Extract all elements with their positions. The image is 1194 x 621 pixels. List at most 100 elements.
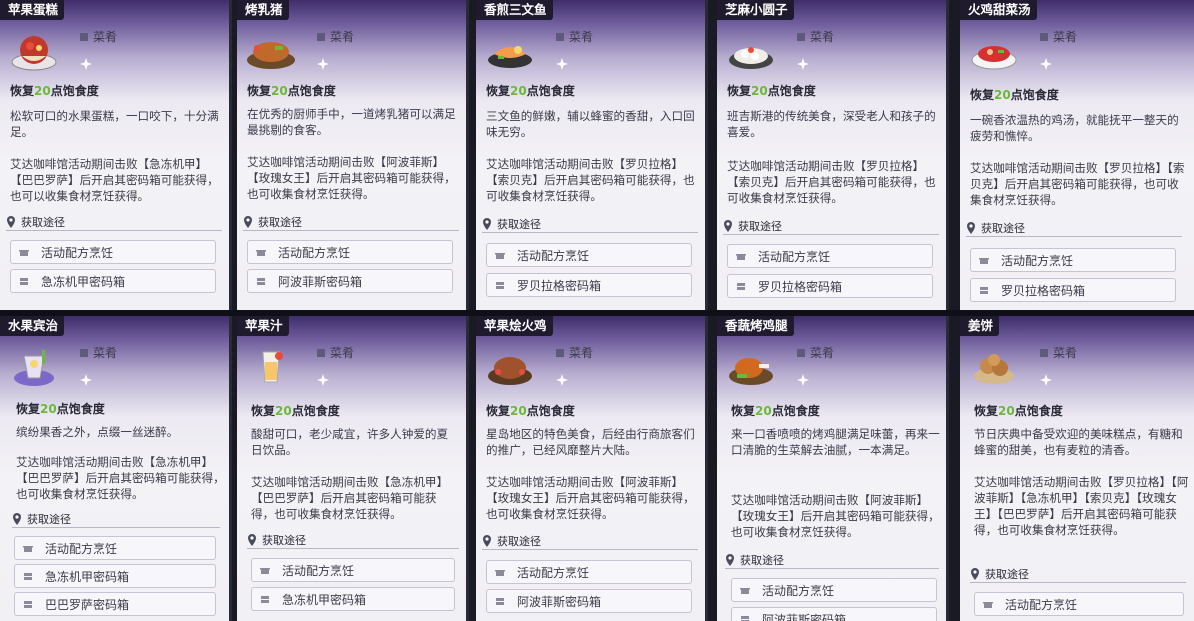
cooking-pot-icon <box>23 546 33 552</box>
description: 一碗香浓温热的鸡汤，就能抚平一整天的疲劳和憔悴。 <box>970 113 1179 143</box>
route-button[interactable]: 急冻机甲密码箱 <box>10 269 216 293</box>
route-button[interactable]: 阿波菲斯密码箱 <box>486 589 692 613</box>
route-button[interactable]: 急冻机甲密码箱 <box>251 587 455 611</box>
source-text: 艾达咖啡馆活动期间击败【阿波菲斯】【玫瑰女王】后开启其密码箱可能获得，也可收集食… <box>486 475 695 521</box>
chest-icon <box>24 573 32 580</box>
route-button[interactable]: 罗贝拉格密码箱 <box>970 278 1176 302</box>
fruit-punch-icon <box>14 350 54 386</box>
route-header: 获取途径 <box>723 218 939 235</box>
food-card-sesame-balls: 芝麻小圆子 菜肴 恢复20点饱食度 班吉斯港的传统美食，深受老人和孩子的喜爱。 … <box>717 0 949 310</box>
description: 缤纷果香之外，点缀一丝迷醉。 <box>16 425 179 439</box>
card-title: 香煎三文鱼 <box>476 0 553 20</box>
item-type: 菜肴 <box>797 28 834 45</box>
source-text: 艾达咖啡馆活动期间击败【罗贝拉格】【索贝克】后开启其密码箱可能获得，也可收集食材… <box>727 159 936 205</box>
restore-text: 恢复20点饱食度 <box>974 404 1063 418</box>
type-icon <box>797 348 805 357</box>
chest-icon <box>980 287 988 294</box>
item-type: 菜肴 <box>1040 28 1077 45</box>
cooking-pot-icon <box>740 588 750 594</box>
description: 节日庆典中备受欢迎的美味糕点，有糖和蜂蜜的甜美，也有麦粒的清香。 <box>974 427 1183 457</box>
description: 班吉斯港的传统美食，深受老人和孩子的喜爱。 <box>727 109 936 139</box>
route-button[interactable]: 活动配方烹饪 <box>731 578 937 602</box>
route-header: 获取途径 <box>970 566 1186 583</box>
type-icon <box>556 32 564 41</box>
food-card-fruit-punch: 水果宾治 菜肴 恢复20点饱食度 缤纷果香之外，点缀一丝迷醉。 艾达咖啡馆活动期… <box>0 316 232 621</box>
route-button[interactable]: 罗贝拉格密码箱 <box>486 273 692 297</box>
chest-icon <box>24 601 32 608</box>
route-button[interactable]: 活动配方烹饪 <box>970 248 1176 272</box>
source-text: 艾达咖啡馆活动期间击败【急冻机甲】【巴巴罗萨】后开启其密码箱可能获得，也可以收集… <box>10 157 219 203</box>
source-text: 艾达咖啡馆活动期间击败【罗贝拉格】【索贝克】后开启其密码箱可能获得，也可收集食材… <box>970 161 1185 207</box>
location-pin-icon <box>13 513 21 525</box>
sesame-balls-icon <box>729 47 773 69</box>
location-pin-icon <box>7 216 15 228</box>
star-icon <box>1040 58 1052 70</box>
restore-text: 恢复20点饱食度 <box>486 84 575 98</box>
route-button[interactable]: 活动配方烹饪 <box>10 240 216 264</box>
card-title: 苹果汁 <box>237 316 289 336</box>
star-icon <box>80 374 92 386</box>
route-button[interactable]: 急冻机甲密码箱 <box>14 564 216 588</box>
route-button[interactable]: 巴巴罗萨密码箱 <box>14 592 216 616</box>
restore-text: 恢复20点饱食度 <box>727 84 816 98</box>
type-icon <box>797 32 805 41</box>
card-title: 火鸡甜菜汤 <box>960 0 1037 20</box>
route-button[interactable]: 活动配方烹饪 <box>486 560 692 584</box>
card-title: 水果宾治 <box>0 316 65 336</box>
restore-text: 恢复20点饱食度 <box>10 84 99 98</box>
location-pin-icon <box>726 554 734 566</box>
card-title: 姜饼 <box>960 316 1000 336</box>
cooking-pot-icon <box>260 568 270 574</box>
card-title: 香蔬烤鸡腿 <box>717 316 794 336</box>
apple-juice-icon <box>262 351 283 383</box>
star-icon <box>556 58 568 70</box>
item-type: 菜肴 <box>317 28 354 45</box>
chest-icon <box>496 282 504 289</box>
route-button[interactable]: 活动配方烹饪 <box>14 536 216 560</box>
star-icon <box>556 374 568 386</box>
source-text: 艾达咖啡馆活动期间击败【急冻机甲】【巴巴罗萨】后开启其密码箱可能获得，也可收集食… <box>16 455 225 501</box>
food-card-turkey-beet-soup: 火鸡甜菜汤 菜肴 恢复20点饱食度 一碗香浓温热的鸡汤，就能抚平一整天的疲劳和憔… <box>960 0 1194 310</box>
star-icon <box>80 58 92 70</box>
item-type: 菜肴 <box>556 28 593 45</box>
route-button[interactable]: 阿波菲斯密码箱 <box>247 269 453 293</box>
route-header: 获取途径 <box>247 532 459 549</box>
restore-text: 恢复20点饱食度 <box>247 84 336 98</box>
restore-text: 恢复20点饱食度 <box>251 404 340 418</box>
route-button[interactable]: 活动配方烹饪 <box>486 243 692 267</box>
source-text: 艾达咖啡馆活动期间击败【阿波菲斯】【玫瑰女王】后开启其密码箱可能获得，也可收集食… <box>247 155 456 201</box>
item-type: 菜肴 <box>80 344 117 361</box>
cooking-pot-icon <box>19 250 29 256</box>
route-button[interactable]: 阿波菲斯密码箱 <box>731 607 937 621</box>
restore-text: 恢复20点饱食度 <box>731 404 820 418</box>
type-icon <box>1040 348 1048 357</box>
item-type: 菜肴 <box>80 28 117 45</box>
cooking-pot-icon <box>736 254 746 260</box>
food-card-salmon: 香煎三文鱼 菜肴 恢复20点饱食度 三文鱼的鲜嫩，辅以蜂蜜的香甜，入口回味无穷。… <box>476 0 708 310</box>
food-card-roast-pig: 烤乳猪 菜肴 恢复20点饱食度 在优秀的厨师手中，一道烤乳猪可以满足最挑剔的食客… <box>237 0 469 310</box>
route-header: 获取途径 <box>482 533 698 550</box>
source-text: 艾达咖啡馆活动期间击败【罗贝拉格】【索贝克】后开启其密码箱可能获得，也可收集食材… <box>486 157 695 203</box>
description: 三文鱼的鲜嫩，辅以蜂蜜的香甜，入口回味无穷。 <box>486 109 695 139</box>
item-type: 菜肴 <box>556 344 593 361</box>
star-icon <box>317 374 329 386</box>
card-title: 烤乳猪 <box>237 0 289 20</box>
route-button[interactable]: 活动配方烹饪 <box>974 592 1184 616</box>
chest-icon <box>741 616 749 621</box>
type-icon <box>317 348 325 357</box>
item-type: 菜肴 <box>797 344 834 361</box>
restore-text: 恢复20点饱食度 <box>16 402 105 416</box>
location-pin-icon <box>971 568 979 580</box>
cooking-pot-icon <box>983 602 993 608</box>
item-type: 菜肴 <box>317 344 354 361</box>
route-header: 获取途径 <box>243 214 459 231</box>
location-pin-icon <box>483 218 491 230</box>
route-button[interactable]: 罗贝拉格密码箱 <box>727 274 933 298</box>
source-text: 艾达咖啡馆活动期间击败【阿波菲斯】【玫瑰女王】后开启其密码箱可能获得，也可收集食… <box>731 493 940 539</box>
route-button[interactable]: 活动配方烹饪 <box>247 240 453 264</box>
route-button[interactable]: 活动配方烹饪 <box>251 558 455 582</box>
chest-icon <box>496 598 504 605</box>
route-button[interactable]: 活动配方烹饪 <box>727 244 933 268</box>
card-title: 苹果烩火鸡 <box>476 316 553 336</box>
chest-icon <box>261 596 269 603</box>
